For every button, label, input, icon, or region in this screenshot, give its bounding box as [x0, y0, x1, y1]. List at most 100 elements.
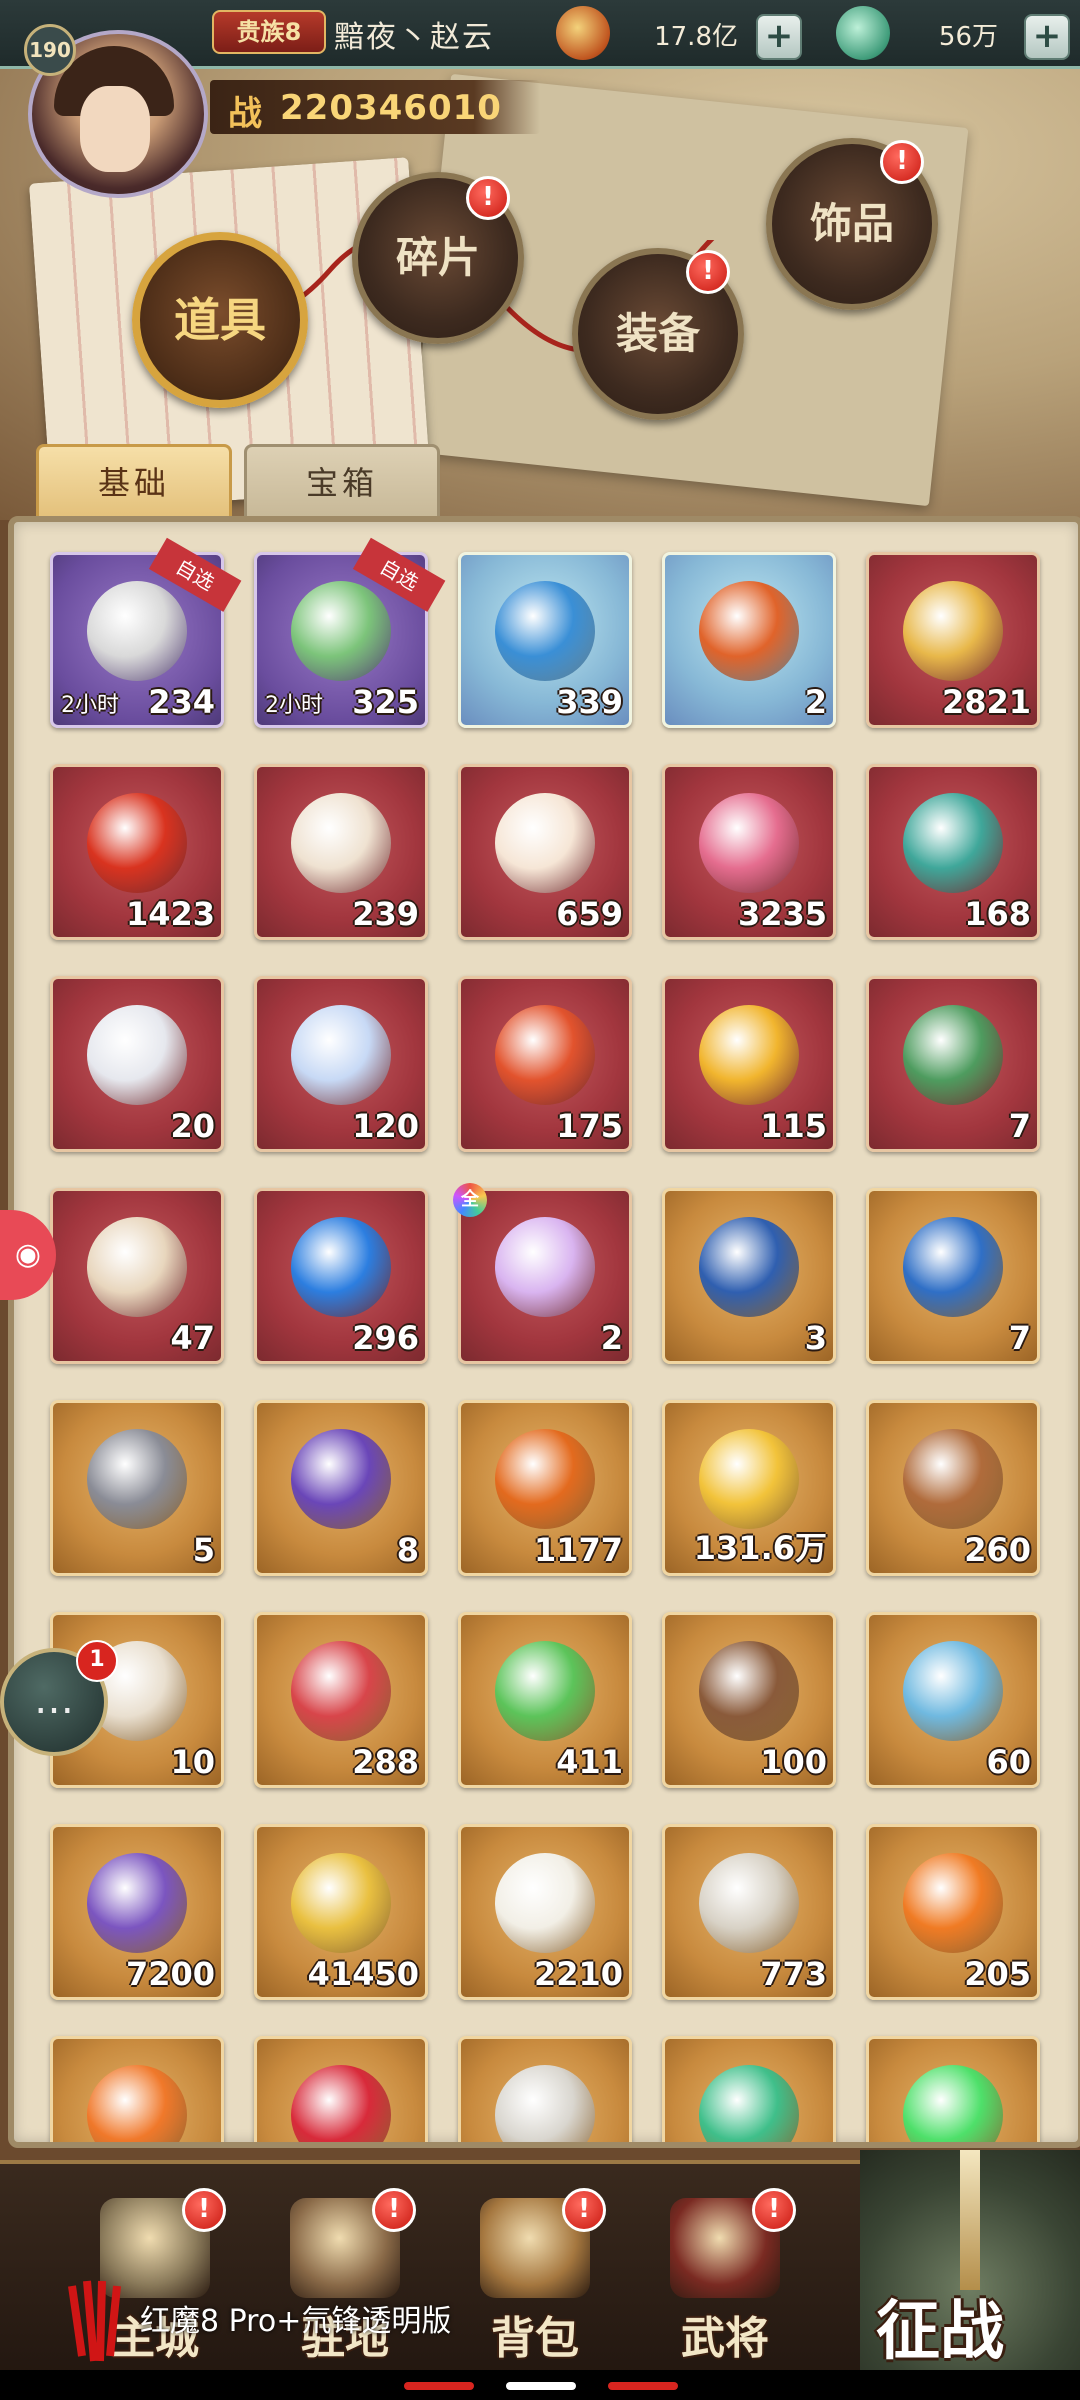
level-badge: 190 — [24, 24, 76, 76]
inventory-item[interactable]: 2821 — [866, 552, 1040, 728]
silver-coin-icon — [699, 1853, 799, 1953]
inventory-item[interactable]: 41450 — [254, 1824, 428, 2000]
bag-alert-badge: ! — [562, 2188, 606, 2232]
sys-pill-home[interactable] — [506, 2382, 576, 2390]
inventory-item[interactable]: 8 — [254, 1400, 428, 1576]
inventory-item[interactable] — [50, 2036, 224, 2142]
item-quantity: 115 — [760, 1107, 827, 1145]
red-gourd-icon — [495, 1005, 595, 1105]
green-flame-icon — [903, 2065, 1003, 2142]
item-quantity: 3235 — [737, 895, 827, 933]
inventory-item[interactable]: 7200 — [50, 1824, 224, 2000]
inventory-item[interactable]: 自选 2小时 325 — [254, 537, 446, 728]
tab-basic[interactable]: 基础 — [36, 444, 232, 519]
inventory-item[interactable]: 3 — [662, 1188, 836, 1364]
jade-knot-icon — [699, 2065, 799, 2142]
fragments-alert-badge: ! — [466, 176, 510, 220]
item-quantity: 2 — [600, 1319, 623, 1357]
nav-generals[interactable]: ! 武将 — [640, 2188, 810, 2364]
inventory-item[interactable]: 288 — [254, 1612, 428, 1788]
main-city-alert-badge: ! — [182, 2188, 226, 2232]
item-quantity: 7200 — [125, 1955, 215, 1993]
inventory-panel: 自选 2小时 234 自选 2小时 325 339 2 2821 1423 239 659 3235 16… — [8, 516, 1080, 2148]
orange-token-icon — [495, 1429, 595, 1529]
inventory-item[interactable]: 5 — [50, 1400, 224, 1576]
inventory-item[interactable]: 773 — [662, 1824, 836, 2000]
item-duration: 2小时 — [61, 693, 119, 718]
inventory-item[interactable]: 20 — [50, 976, 224, 1152]
inventory-item[interactable]: 1423 — [50, 764, 224, 940]
inventory-item[interactable]: 7 — [866, 1188, 1040, 1364]
gold-gourd-icon — [699, 1005, 799, 1105]
inventory-item[interactable]: 296 — [254, 1188, 428, 1364]
jade-currency: 56万 + — [836, 6, 1080, 60]
red-dragon-envelope-icon — [87, 793, 187, 893]
jade-coin-icon — [836, 6, 890, 60]
inventory-item[interactable]: 2 — [662, 552, 836, 728]
inventory-item[interactable]: 659 — [458, 764, 632, 940]
inventory-item[interactable]: 120 — [254, 976, 428, 1152]
item-quantity: 47 — [170, 1319, 215, 1357]
generals-alert-badge: ! — [752, 2188, 796, 2232]
item-quantity: 120 — [352, 1107, 419, 1145]
inventory-item[interactable]: 100 — [662, 1612, 836, 1788]
inventory-item[interactable]: 60 — [866, 1612, 1040, 1788]
inventory-item[interactable] — [458, 2036, 632, 2142]
item-quantity: 3 — [804, 1319, 827, 1357]
inventory-item[interactable]: 47 — [50, 1188, 224, 1364]
inventory-item[interactable]: 全2 — [453, 1183, 632, 1364]
noble-rank-badge[interactable]: 贵族8 — [212, 10, 326, 54]
fire-orb-icon — [903, 1853, 1003, 1953]
gold-coin-icon — [291, 1853, 391, 1953]
rainbow-pearl-icon — [495, 1217, 595, 1317]
item-quantity: 234 — [148, 683, 215, 721]
inventory-item[interactable]: 115 — [662, 976, 836, 1152]
sundial-clock-green-icon — [291, 581, 391, 681]
battle-button[interactable]: 征战 — [860, 2150, 1080, 2380]
gold-currency: 17.8亿 + — [556, 6, 806, 60]
item-quantity: 60 — [986, 1743, 1031, 1781]
inventory-item[interactable]: 339 — [458, 552, 632, 728]
add-gold-button[interactable]: + — [756, 14, 802, 60]
inventory-item[interactable] — [254, 2036, 428, 2142]
item-quantity: 1177 — [533, 1531, 623, 1569]
item-quantity: 20 — [170, 1107, 215, 1145]
inventory-item[interactable]: 3235 — [662, 764, 836, 940]
nav-bag[interactable]: ! 背包 — [450, 2188, 620, 2364]
inventory-item[interactable]: 205 — [866, 1824, 1040, 2000]
item-quantity: 2 — [804, 683, 827, 721]
category-items[interactable]: 道具 — [132, 232, 308, 408]
inventory-item[interactable]: 411 — [458, 1612, 632, 1788]
wood-token-icon — [699, 1641, 799, 1741]
fire-gem-ornament-icon — [699, 581, 799, 681]
gold-value: 17.8亿 — [654, 22, 738, 52]
tab-chests[interactable]: 宝箱 — [244, 444, 440, 519]
item-quantity: 168 — [964, 895, 1031, 933]
crystal-beast-icon — [699, 793, 799, 893]
sundial-clock-icon — [87, 581, 187, 681]
blue-banner-icon — [903, 1217, 1003, 1317]
inventory-item[interactable]: 7 — [866, 976, 1040, 1152]
inventory-item[interactable]: 自选 2小时 234 — [50, 537, 242, 728]
inventory-item[interactable]: 260 — [866, 1400, 1040, 1576]
inventory-item[interactable]: 239 — [254, 764, 428, 940]
add-jade-button[interactable]: + — [1024, 14, 1070, 60]
inventory-item[interactable]: 175 — [458, 976, 632, 1152]
inventory-item[interactable] — [866, 2036, 1040, 2142]
item-quantity: 325 — [352, 683, 419, 721]
blue-banner-icon — [699, 1217, 799, 1317]
battle-label: 征战 — [876, 2294, 1004, 2369]
jade-value: 56万 — [938, 22, 998, 52]
inventory-item[interactable] — [662, 2036, 836, 2142]
sword-icon — [960, 2150, 980, 2290]
item-quantity: 288 — [352, 1743, 419, 1781]
dragon-coin-icon — [903, 581, 1003, 681]
jade-book-icon — [903, 793, 1003, 893]
nav-label: 背包 — [491, 2313, 579, 2364]
camp-alert-badge: ! — [372, 2188, 416, 2232]
inventory-item[interactable]: 2210 — [458, 1824, 632, 2000]
inventory-item[interactable]: 1177 — [458, 1400, 632, 1576]
inventory-item[interactable]: 131.6万 — [662, 1400, 836, 1576]
crossed-arrows-icon — [903, 1429, 1003, 1529]
inventory-item[interactable]: 168 — [866, 764, 1040, 940]
